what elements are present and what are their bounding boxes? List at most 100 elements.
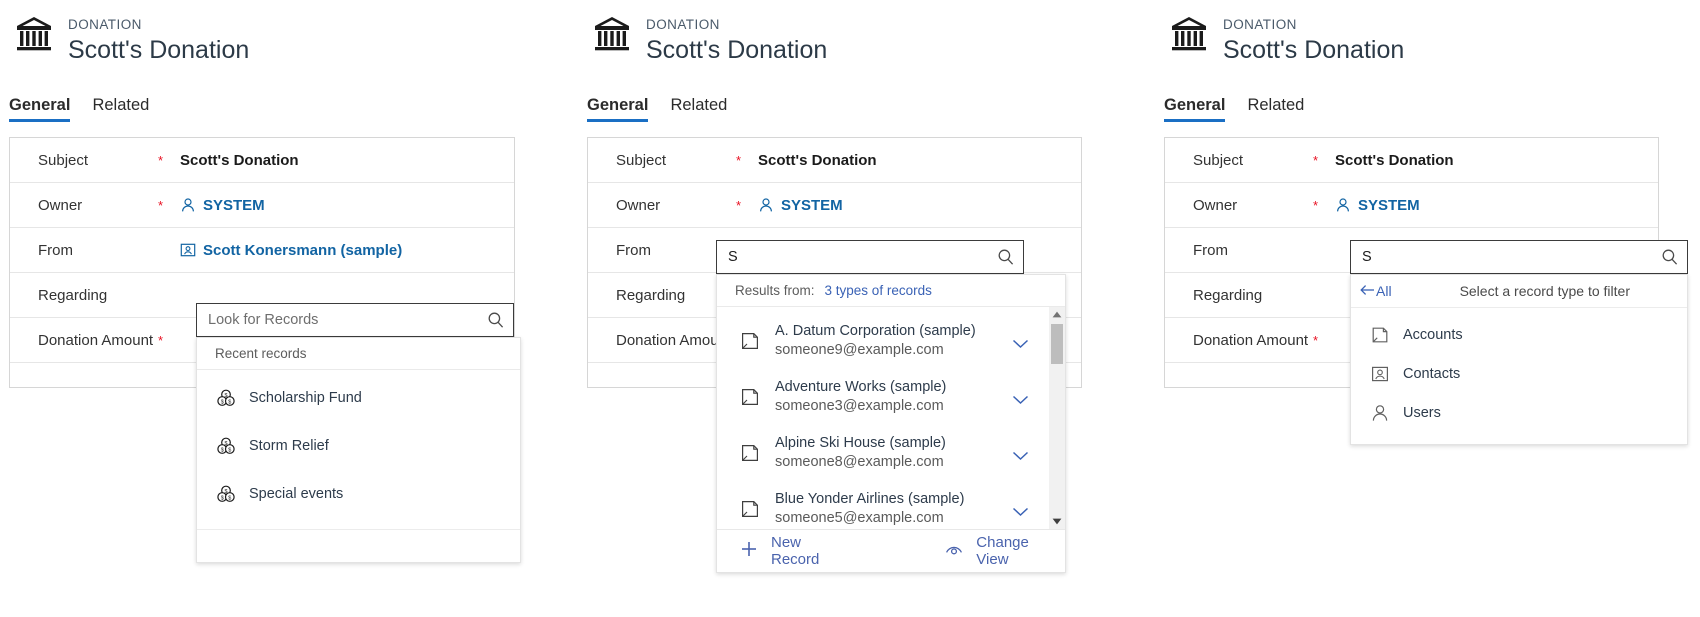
subject-label: Subject xyxy=(38,151,89,169)
owner-required-marker: * xyxy=(1313,197,1319,213)
table-cell-name: A. Datum Corporation (sample) xyxy=(775,323,976,339)
scrollbar-thumb[interactable] xyxy=(1051,324,1063,364)
contact-card-icon xyxy=(1370,364,1390,384)
new-record-button[interactable]: New Record xyxy=(740,534,853,568)
regarding-lookup-group: Look for Records Recent records $ $ $ Sc… xyxy=(196,303,521,563)
owner-value[interactable]: SYSTEM xyxy=(1335,197,1420,214)
owner-label: Owner xyxy=(616,196,661,214)
subject-label: Subject xyxy=(616,151,667,169)
record-header: DONATION Scott's Donation xyxy=(578,0,1138,66)
list-item[interactable]: $ $ $ Special events xyxy=(197,476,520,511)
regarding-label: Regarding xyxy=(38,286,108,304)
back-to-all-label: All xyxy=(1376,283,1392,299)
subject-value[interactable]: Scott's Donation xyxy=(180,152,299,169)
subject-required-marker: * xyxy=(1313,152,1319,168)
chevron-down-icon[interactable] xyxy=(1012,448,1029,461)
owner-value-text: SYSTEM xyxy=(781,196,843,214)
tab-general[interactable]: General xyxy=(1164,96,1226,122)
search-icon[interactable] xyxy=(487,311,505,329)
change-view-button[interactable]: Change View xyxy=(945,534,1065,568)
search-icon[interactable] xyxy=(997,248,1015,266)
tab-related[interactable]: Related xyxy=(670,96,727,122)
subject-value[interactable]: Scott's Donation xyxy=(1335,152,1454,169)
from-value[interactable]: Scott Konersmann (sample) xyxy=(180,242,402,259)
table-cell-email: someone8@example.com xyxy=(775,454,944,470)
results-from-row: Results from: 3 types of records xyxy=(717,275,1065,307)
owner-label: Owner xyxy=(1193,196,1238,214)
table-row[interactable]: A. Datum Corporation (sample) someone9@e… xyxy=(717,313,1051,369)
list-item-label: Users xyxy=(1403,404,1441,421)
flyout-footer-spacer xyxy=(197,529,520,562)
regarding-label: Regarding xyxy=(1193,286,1263,304)
field-row-owner: Owner * SYSTEM xyxy=(10,183,514,228)
owner-value[interactable]: SYSTEM xyxy=(180,197,265,214)
tab-general[interactable]: General xyxy=(587,96,649,122)
chevron-down-icon[interactable] xyxy=(1012,336,1029,349)
tab-related[interactable]: Related xyxy=(1247,96,1304,122)
owner-required-marker: * xyxy=(736,197,742,213)
account-icon xyxy=(739,330,761,352)
coins-icon: $ $ $ xyxy=(216,436,236,456)
bank-donation-icon xyxy=(592,14,632,54)
recent-records-header-label: Recent records xyxy=(215,346,307,361)
back-to-all-button[interactable]: All xyxy=(1360,283,1392,299)
scroll-up-arrow-icon[interactable] xyxy=(1049,307,1065,322)
tab-general[interactable]: General xyxy=(9,96,71,122)
list-item-label: Storm Relief xyxy=(249,437,329,454)
table-cell-name: Adventure Works (sample) xyxy=(775,379,947,395)
change-view-label: Change View xyxy=(976,534,1029,568)
table-row[interactable]: Adventure Works (sample) someone3@exampl… xyxy=(717,369,1051,425)
form-tabs: General Related xyxy=(1155,66,1700,122)
contact-card-icon xyxy=(180,242,196,258)
svg-text:$: $ xyxy=(221,447,224,453)
eye-icon xyxy=(945,542,976,560)
chevron-down-icon[interactable] xyxy=(1012,392,1029,405)
table-row[interactable]: Alpine Ski House (sample) someone8@examp… xyxy=(717,425,1051,481)
table-cell-email: someone9@example.com xyxy=(775,342,944,358)
entity-kind-label: DONATION xyxy=(646,17,720,32)
scroll-down-arrow-icon[interactable] xyxy=(1049,514,1065,529)
page-title: Scott's Donation xyxy=(68,36,250,64)
list-item-label: Contacts xyxy=(1403,365,1461,382)
user-icon xyxy=(1370,403,1390,423)
donation-amount-required-marker: * xyxy=(158,332,164,348)
results-scrollbar[interactable] xyxy=(1049,307,1065,529)
header-text-block: DONATION Scott's Donation xyxy=(68,14,249,66)
chevron-down-icon[interactable] xyxy=(1012,504,1029,517)
coins-icon: $ $ $ xyxy=(216,484,236,504)
list-item-contacts[interactable]: Contacts xyxy=(1351,356,1687,391)
list-item-users[interactable]: Users xyxy=(1351,395,1687,430)
panel-recent-records: DONATION Scott's Donation General Relate… xyxy=(0,0,560,617)
form-tabs: General Related xyxy=(578,66,1138,122)
owner-value[interactable]: SYSTEM xyxy=(758,197,843,214)
regarding-lookup-input[interactable]: Look for Records xyxy=(196,303,514,337)
field-row-owner: Owner * SYSTEM xyxy=(588,183,1081,228)
flyout-footer: New Record Change View xyxy=(717,529,1065,572)
subject-required-marker: * xyxy=(158,152,164,168)
donation-amount-label: Donation Amount xyxy=(1193,331,1309,349)
from-lookup-input[interactable]: S xyxy=(716,240,1024,274)
from-lookup-group: S Results from: 3 types of records A. Da… xyxy=(716,240,1066,573)
from-value-text: Scott Konersmann (sample) xyxy=(203,241,403,259)
table-cell-name: Blue Yonder Airlines (sample) xyxy=(775,491,965,507)
subject-value[interactable]: Scott's Donation xyxy=(758,152,877,169)
from-label: From xyxy=(1193,241,1228,259)
list-item[interactable]: $ $ $ Storm Relief xyxy=(197,428,520,463)
plus-icon xyxy=(740,540,771,562)
search-icon[interactable] xyxy=(1661,248,1679,266)
table-row[interactable]: Blue Yonder Airlines (sample) someone5@e… xyxy=(717,481,1051,529)
svg-text:$: $ xyxy=(221,399,224,405)
tab-related[interactable]: Related xyxy=(92,96,149,122)
account-icon xyxy=(1370,325,1390,345)
user-icon xyxy=(1335,197,1351,213)
list-item[interactable]: $ $ $ Scholarship Fund xyxy=(197,380,520,415)
panel-search-results: DONATION Scott's Donation General Relate… xyxy=(578,0,1138,617)
arrow-left-icon xyxy=(1360,283,1376,299)
user-icon xyxy=(180,197,196,213)
list-item-accounts[interactable]: Accounts xyxy=(1351,317,1687,352)
from-lookup-value: S xyxy=(728,249,738,265)
search-results-flyout: Results from: 3 types of records A. Datu… xyxy=(716,274,1066,573)
from-lookup-input[interactable]: S xyxy=(1350,240,1688,274)
entity-kind-label: DONATION xyxy=(68,17,142,32)
results-from-value[interactable]: 3 types of records xyxy=(825,283,932,298)
